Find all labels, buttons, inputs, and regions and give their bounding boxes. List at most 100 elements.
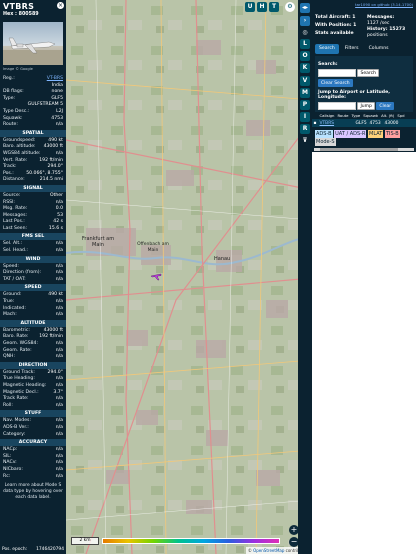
chevron-right-icon[interactable]: › — [300, 16, 310, 26]
city-label-offenbach: Offenbach am Main — [137, 242, 169, 253]
info-value: n/a — [55, 382, 63, 388]
layer-button-o[interactable]: O — [300, 51, 310, 61]
sidebar-tabs: Search Filters Columns — [315, 44, 413, 54]
info-header: VTBRS Hex : 800589 × — [0, 0, 66, 21]
layer-button-k[interactable]: K — [300, 63, 310, 73]
info-row: Category: n/a — [0, 432, 66, 439]
info-value: 42 s — [53, 219, 63, 225]
info-label: QNH: — [3, 354, 16, 360]
stats-block: Total Aircraft: 1 With Position: 1 Stats… — [315, 15, 413, 39]
total-aircraft: Total Aircraft: 1 — [315, 15, 356, 20]
layer-button-v[interactable]: V — [300, 76, 310, 86]
info-sections: SPATIAL Groundspeed: 490 kt Baro. altitude:… — [0, 129, 66, 481]
info-row: Nav. Modes: n/a — [0, 418, 66, 425]
col-callsign[interactable]: Callsign — [318, 113, 336, 118]
photo-credit: Image © Google — [3, 67, 33, 71]
info-row: Baro. altitude: 43000 ft — [0, 144, 66, 151]
badge-adsb: ADS-B — [315, 130, 333, 138]
gear-icon[interactable]: ⚙ — [285, 2, 295, 12]
col-squawk[interactable]: Squawk — [362, 113, 380, 118]
col-spd[interactable]: Spd — [396, 113, 406, 118]
section-title-wind: WIND — [0, 255, 66, 263]
col-alt[interactable]: Alt. (ft) — [380, 113, 396, 118]
layer-button-i[interactable]: I — [300, 112, 310, 122]
layer-button-r[interactable]: R — [300, 124, 310, 134]
info-row: QNH: n/a — [0, 354, 66, 361]
row-callsign[interactable]: VTBRS — [318, 121, 338, 126]
info-row: NACv: n/a — [0, 460, 66, 467]
col-route[interactable]: Route — [336, 113, 350, 118]
search-button[interactable]: Search — [357, 68, 379, 77]
info-value: n/a — [55, 248, 63, 254]
layer-button-m[interactable]: M — [300, 88, 310, 98]
section-title-speed: SPEED — [0, 284, 66, 292]
info-value: n/a — [55, 312, 63, 318]
aircraft-callsign: VTBRS — [3, 2, 35, 11]
map-view[interactable]: Frankfurt am Main Offenbach am Main Hana… — [66, 0, 312, 554]
info-value: n/a — [55, 150, 63, 156]
section-title-signal: SIGNAL — [0, 184, 66, 192]
info-value: n/a — [55, 424, 63, 430]
layer-button-p[interactable]: P — [300, 100, 310, 110]
tab-filters[interactable]: Filters — [341, 44, 363, 54]
info-label: Magnetic Heading: — [3, 382, 47, 388]
aircraft-photo[interactable] — [3, 22, 63, 65]
info-label: Roll: — [3, 402, 13, 408]
search-box: Search: Search Clear Search Jump to Airp… — [315, 56, 413, 113]
col-type[interactable]: Type — [350, 113, 362, 118]
map-control-strip: ◂▸ › ◎ L O K V M P I R ⊽ — [298, 0, 312, 554]
row-type: GLF5 — [355, 120, 367, 126]
info-row: NICbaro: n/a — [0, 467, 66, 474]
filter-icon[interactable]: ⊽ — [300, 136, 310, 146]
info-label: NACv: — [3, 460, 17, 466]
map-canvas[interactable] — [66, 0, 312, 554]
info-label: Last Seen: — [3, 225, 28, 231]
toggle-sidebar-icon[interactable]: ◂▸ — [300, 3, 310, 13]
info-value: 294.0° — [47, 164, 63, 170]
search-input[interactable] — [318, 68, 356, 77]
section-title-fms-sel: FMS SEL — [0, 233, 66, 241]
map-button-t[interactable]: T — [269, 2, 279, 12]
detail-row: DB flags: none — [0, 89, 66, 96]
jump-input[interactable] — [318, 101, 356, 110]
version-link[interactable]: tar1090 on github (3.14.1700) — [315, 2, 413, 7]
info-label: Last Pos.: — [3, 219, 25, 225]
info-value: n/a — [55, 354, 63, 360]
jump-button[interactable]: Jump — [357, 101, 375, 110]
clear-search-button[interactable]: Clear Search — [318, 78, 353, 87]
info-row: Distance: 214.5 nmi — [0, 177, 66, 184]
city-label-frankfurt: Frankfurt am Main — [81, 236, 115, 248]
pos-epoch-label: Pos. epoch: — [2, 547, 28, 552]
pos-epoch: Pos. epoch: 1746420794 — [0, 545, 66, 554]
info-value: 15.6 s — [48, 225, 63, 231]
aircraft-info-panel: VTBRS Hex : 800589 × Image © Google Reg.… — [0, 0, 66, 554]
info-row: Msg. Rate: 0.0 — [0, 206, 66, 213]
close-icon[interactable]: × — [57, 2, 64, 9]
osm-link[interactable]: OpenStreetMap — [253, 548, 284, 553]
stats-available: Stats available — [315, 31, 354, 36]
info-value: n/a — [55, 276, 63, 282]
info-label: Category: — [3, 431, 26, 437]
info-row: Track: 294.0° — [0, 164, 66, 171]
help-note: Learn more about Mode S data type by hov… — [3, 483, 63, 501]
info-row: Rc: n/a — [0, 474, 66, 481]
clear-button[interactable]: Clear — [376, 101, 395, 110]
info-row: Last Seen: 15.6 s — [0, 226, 66, 233]
detail-label: Type Desc.: — [3, 108, 30, 114]
info-row: Source: Other — [0, 193, 66, 200]
map-button-u[interactable]: U — [245, 2, 255, 12]
detail-value: none — [51, 89, 63, 95]
reset-view-icon[interactable]: ◎ — [300, 28, 310, 38]
altitude-color-legend — [102, 538, 280, 544]
table-scrollbar[interactable] — [314, 148, 414, 151]
tab-search[interactable]: Search — [315, 44, 339, 54]
layer-button-l[interactable]: L — [300, 39, 310, 49]
tab-columns[interactable]: Columns — [365, 44, 393, 54]
table-row[interactable]: ▪ VTBRS GLF5 4753 43000 — [312, 119, 416, 127]
info-value: n/a — [55, 299, 63, 305]
map-button-h[interactable]: H — [257, 2, 267, 12]
detail-value[interactable]: VT-BRS — [47, 76, 63, 83]
detail-row: GULFSTREAM 5 — [0, 102, 66, 109]
info-value: n/a — [55, 341, 63, 346]
info-row: Baro. Rate: 192 ft/min — [0, 334, 66, 341]
